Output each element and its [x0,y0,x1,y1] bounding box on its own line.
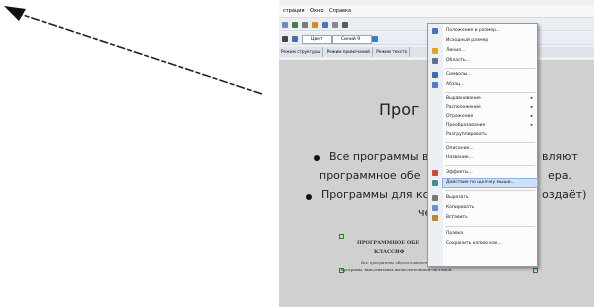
area-icon [432,58,438,64]
submenu-arrow-icon: ▸ [530,114,533,119]
thumbnail-title-2: КЛАССИФ [374,249,405,255]
annotation-arrow [4,6,263,95]
paste-icon [432,215,438,221]
menu-item-help[interactable]: Справка [329,8,351,14]
menu-item-description[interactable]: Описание... [443,145,537,153]
table-icon[interactable] [322,22,328,28]
menu-item-convert[interactable]: Преобразование ▸ [443,122,537,130]
symbols-icon [432,72,438,78]
copy-icon [432,205,438,211]
line-style-icon[interactable] [282,36,288,42]
effects-icon [432,170,438,176]
bullet-1-line-1: Все программы в [329,150,429,163]
selection-handle[interactable] [533,268,538,273]
menu-separator [445,68,535,69]
menu-item-mouse-action[interactable]: Действие по щелчку мыши... [432,178,538,188]
menu-item-save-copy-as[interactable]: Сохранить копию как... [443,240,537,248]
menu-item-window[interactable]: Окно [310,8,323,14]
tab-handout[interactable]: Режим тексто [374,47,411,57]
menu-item-position-size[interactable]: Положение и размер... [432,27,537,35]
menu-separator [445,142,535,143]
bullet-2-line-1-tail: оздаёт) [542,188,587,201]
slide-title: Прог [379,100,420,119]
color-combo[interactable]: Цвет [302,35,332,44]
thumbnail-title-1: ПРОГРАММНОЕ ОБЕ [357,240,420,246]
context-menu: Положение и размер... Исходный размер Ли… [427,23,538,267]
menu-item-effects[interactable]: Эффекты... [432,169,537,177]
line-icon [432,48,438,54]
menu-item-name[interactable]: Название... [443,154,537,162]
grid-icon[interactable] [332,22,338,28]
style-combo[interactable]: Синий 9 [332,35,372,44]
bullet-icon [306,194,312,200]
menu-separator [445,165,535,166]
mouse-action-icon [432,180,438,186]
thumbnail-text-2: программ, выполняемых вычислительной сис… [341,267,453,272]
menu-item-symbols[interactable]: Символы... [432,71,537,79]
bullet-1-line-2-tail: ера. [548,169,572,182]
bullet-1-line-2: программное обе [319,169,421,182]
menu-item-illustration[interactable]: страция [283,8,305,14]
chart-icon[interactable] [312,22,318,28]
navigator-icon[interactable] [342,22,348,28]
menu-separator [445,92,535,93]
menu-item-original-size[interactable]: Исходный размер [443,37,537,45]
menu-item-cut[interactable]: Вырезать [432,194,537,202]
menu-item-alignment[interactable]: Выравнивание ▸ [443,95,537,103]
bullet-2-line-1: Программы для ко [321,188,430,201]
fill-icon[interactable] [292,36,298,42]
selection-handle[interactable] [339,234,344,239]
menu-item-edit[interactable]: Правка [443,230,537,238]
new-icon[interactable] [282,22,288,28]
submenu-arrow-icon: ▸ [530,96,533,101]
bullet-icon [314,155,320,161]
submenu-arrow-icon: ▸ [530,123,533,128]
undo-icon[interactable] [292,22,298,28]
menu-item-copy[interactable]: Копировать [432,204,537,212]
redo-icon[interactable] [302,22,308,28]
menu-bar: страция Окно Справка [279,6,594,18]
scissors-icon [432,195,438,201]
tab-notes[interactable]: Режим примечаний [325,47,373,57]
menu-item-paragraph[interactable]: Абзац... [432,81,537,89]
bullet-1-line-1-tail: вляют [542,150,578,163]
menu-item-flip[interactable]: Отражение ▸ [443,113,537,121]
position-size-icon [432,28,438,34]
tab-outline[interactable]: Режим структуры [279,47,324,57]
menu-item-ungroup[interactable]: Разгруппировать [443,131,537,139]
menu-separator [445,190,535,191]
menu-item-area[interactable]: Область... [432,57,537,65]
paragraph-icon [432,82,438,88]
menu-separator [445,226,535,227]
menu-item-line[interactable]: Линия... [432,47,537,55]
submenu-arrow-icon: ▸ [530,105,533,110]
menu-item-paste[interactable]: Вставить [432,214,537,222]
menu-item-arrange[interactable]: Расположение ▸ [443,104,537,112]
shadow-icon[interactable] [372,36,378,42]
